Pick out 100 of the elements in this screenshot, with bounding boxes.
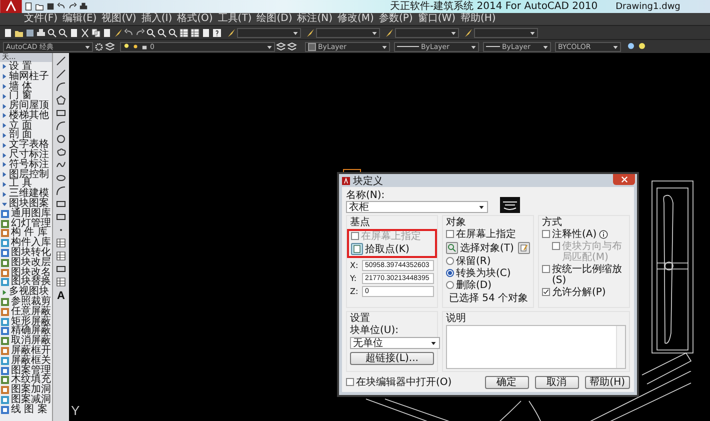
- hyperlink-button[interactable]: 超链接(L)...: [350, 352, 434, 365]
- expand-arrow-icon[interactable]: [2, 172, 7, 178]
- arc-icon[interactable]: [56, 121, 66, 131]
- menu-item[interactable]: 工具(T): [218, 13, 252, 25]
- folder-icon[interactable]: [35, 2, 44, 11]
- close-button[interactable]: [613, 174, 635, 185]
- panel-command-item[interactable]: 图案减洞: [0, 395, 52, 405]
- expand-arrow-icon[interactable]: [2, 113, 7, 118]
- panel-command-item[interactable]: 图案管理: [0, 366, 52, 376]
- layers-icon[interactable]: [276, 42, 286, 52]
- panel-folder-item[interactable]: 轴网柱子: [0, 72, 52, 82]
- panel-folder-item[interactable]: 符号标注: [0, 160, 52, 170]
- expand-arrow-icon[interactable]: [2, 202, 7, 207]
- menu-item[interactable]: 标注(N): [297, 13, 333, 25]
- line-icon[interactable]: [56, 69, 66, 79]
- magnifier-icon[interactable]: [146, 28, 156, 38]
- radio-button[interactable]: [446, 269, 454, 277]
- magnifier-icon[interactable]: [47, 28, 57, 38]
- copy-icon[interactable]: [91, 28, 101, 38]
- printer-icon[interactable]: [36, 28, 46, 38]
- open-in-editor-checkbox[interactable]: 在块编辑器中打开(O): [346, 377, 452, 388]
- document-icon[interactable]: [3, 28, 13, 38]
- panel-folder-item[interactable]: 房间屋顶: [0, 101, 52, 111]
- panel-command-item[interactable]: 图块改名: [0, 268, 52, 278]
- scissors-icon[interactable]: [80, 28, 90, 38]
- document-icon[interactable]: [102, 28, 112, 38]
- expand-arrow-icon[interactable]: [2, 74, 7, 80]
- select-objects-button[interactable]: 选择对象(T): [460, 242, 514, 254]
- arc-icon[interactable]: [56, 82, 66, 92]
- expand-arrow-icon[interactable]: [2, 84, 7, 89]
- panel-command-item[interactable]: 图块改层: [0, 258, 52, 268]
- menu-item[interactable]: 帮助(H): [460, 13, 496, 25]
- menu-item[interactable]: 参数(P): [378, 13, 413, 25]
- menu-item[interactable]: 视图(V): [102, 13, 136, 25]
- name-dropdown[interactable]: 衣柜: [346, 201, 488, 213]
- redo-icon[interactable]: [68, 2, 77, 11]
- undo-icon[interactable]: [57, 2, 66, 11]
- layers-icon[interactable]: [105, 42, 115, 52]
- dialog-button[interactable]: 取消: [534, 376, 579, 389]
- help-icon[interactable]: [212, 28, 222, 38]
- panel-folder-item[interactable]: 墙 体: [0, 82, 52, 92]
- layers-icon[interactable]: [287, 42, 297, 52]
- ellipse-icon[interactable]: [56, 173, 66, 183]
- magnifier-icon[interactable]: [58, 28, 68, 38]
- panel-command-item[interactable]: 任意屏蔽: [0, 306, 52, 317]
- menu-item[interactable]: 绘图(D): [256, 13, 292, 25]
- panel-command-item[interactable]: 参照裁剪: [0, 297, 52, 307]
- panel-folder-item[interactable]: 图块图案: [0, 199, 52, 209]
- specify-on-screen-checkbox[interactable]: 在屏幕上指定: [446, 229, 530, 240]
- table-icon[interactable]: [179, 28, 189, 38]
- panel-folder-item[interactable]: 楼梯其他: [0, 110, 52, 121]
- redo-icon[interactable]: [135, 28, 145, 38]
- behavior-checkbox[interactable]: 允许分解(P): [542, 287, 606, 298]
- panel-folder-item[interactable]: 尺寸标注: [0, 150, 52, 160]
- panel-command-item[interactable]: 屏蔽框开: [0, 346, 52, 356]
- expand-arrow-icon[interactable]: [2, 162, 7, 168]
- expand-arrow-icon[interactable]: [2, 64, 7, 70]
- menu-item[interactable]: 格式(O): [177, 13, 213, 25]
- block-unit-dropdown[interactable]: 无单位: [350, 337, 440, 349]
- radio-button[interactable]: [446, 257, 454, 265]
- panel-folder-item[interactable]: 设 置: [0, 62, 52, 72]
- expand-arrow-icon[interactable]: [2, 132, 7, 138]
- application-logo-icon[interactable]: [0, 0, 22, 13]
- polygon-icon[interactable]: [56, 95, 66, 105]
- menu-item[interactable]: 窗口(W): [418, 13, 456, 25]
- expand-arrow-icon[interactable]: [2, 192, 7, 197]
- menu-item[interactable]: 文件(F): [24, 13, 58, 25]
- select-objects-icon[interactable]: [446, 242, 458, 254]
- expand-arrow-icon[interactable]: [2, 182, 7, 187]
- table-icon[interactable]: [56, 251, 66, 261]
- info-icon[interactable]: [598, 230, 608, 239]
- dialog-button[interactable]: 确定: [484, 376, 529, 389]
- menu-item[interactable]: 插入(I): [141, 13, 172, 25]
- table-icon[interactable]: [190, 28, 200, 38]
- magnifier-icon[interactable]: [157, 28, 167, 38]
- menu-item[interactable]: 修改(M): [338, 13, 374, 25]
- expand-arrow-icon[interactable]: [2, 152, 7, 158]
- radio-button[interactable]: [446, 281, 454, 289]
- arc-icon[interactable]: [56, 186, 66, 196]
- printer-icon[interactable]: [79, 2, 88, 11]
- behavior-checkbox[interactable]: 按统一比例缩放(S): [542, 264, 626, 286]
- rectangle-icon[interactable]: [56, 108, 66, 118]
- expand-arrow-icon[interactable]: [2, 94, 7, 99]
- document-icon[interactable]: [201, 28, 211, 38]
- table-icon[interactable]: [56, 277, 66, 287]
- panel-command-item[interactable]: 图块转化: [0, 248, 52, 258]
- panel-command-item[interactable]: 通用图库: [0, 208, 52, 219]
- save-icon[interactable]: [46, 2, 55, 11]
- text-tool-button[interactable]: A: [57, 290, 65, 302]
- save-icon[interactable]: [25, 28, 35, 38]
- cloud-icon[interactable]: [56, 147, 66, 157]
- gear-icon[interactable]: [94, 42, 104, 52]
- description-field[interactable]: [446, 325, 626, 369]
- document-icon[interactable]: [24, 2, 33, 11]
- circle-icon[interactable]: [56, 134, 66, 144]
- dialog-button[interactable]: 帮助(H): [584, 376, 630, 389]
- expand-arrow-icon[interactable]: [2, 142, 7, 148]
- expand-arrow-icon[interactable]: [2, 290, 7, 295]
- line-icon[interactable]: [56, 56, 66, 66]
- quick-select-icon[interactable]: [518, 242, 530, 254]
